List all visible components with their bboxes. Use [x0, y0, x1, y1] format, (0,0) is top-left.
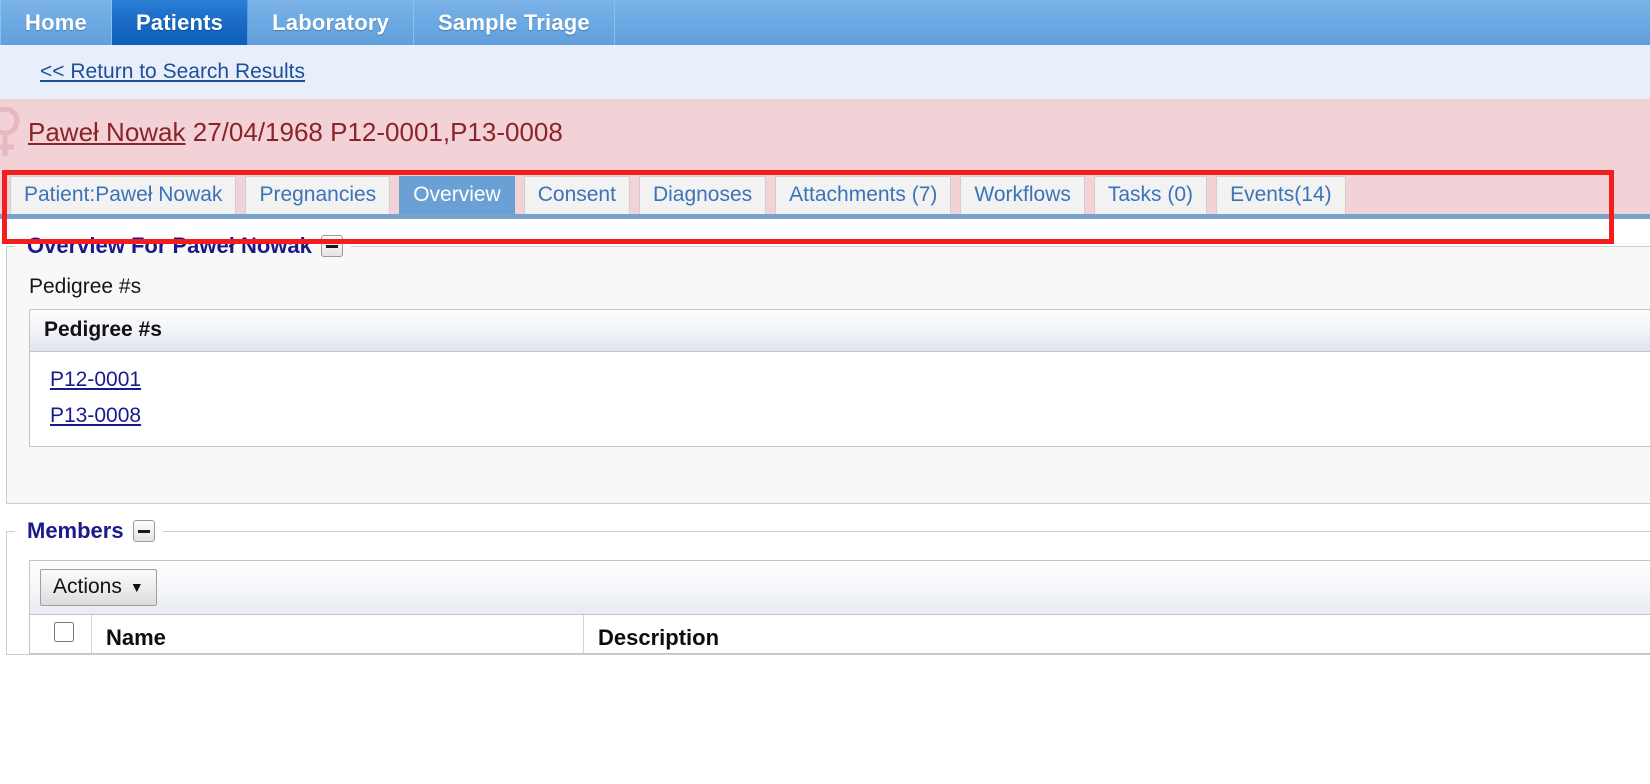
tab-events[interactable]: Events(14): [1216, 175, 1346, 214]
patient-tab-strip: Patient:Paweł Nowak Pregnancies Overview…: [0, 166, 1650, 214]
members-panel-body: Actions ▼ Name Description: [7, 544, 1650, 654]
tab-pregnancies[interactable]: Pregnancies: [245, 175, 391, 214]
actions-button[interactable]: Actions ▼: [40, 569, 157, 606]
tab-tasks[interactable]: Tasks (0): [1093, 175, 1208, 214]
tab-label: Attachments (7): [789, 182, 938, 206]
nav-item-label: Sample Triage: [438, 9, 590, 35]
members-grid: Actions ▼ Name Description: [29, 560, 1650, 654]
tab-patient[interactable]: Patient:Paweł Nowak: [10, 175, 237, 214]
tab-label: Consent: [537, 182, 616, 206]
nav-empty-space: [615, 0, 1650, 45]
overview-collapse-button[interactable]: [320, 235, 343, 257]
return-link-bar: << Return to Search Results: [0, 45, 1650, 99]
nav-item-sample-triage[interactable]: Sample Triage: [414, 0, 615, 45]
chevron-down-icon: ▼: [129, 579, 144, 595]
members-panel: Members Actions ▼ Name Description: [6, 518, 1650, 655]
tab-label: Pregnancies: [259, 182, 377, 206]
tab-list: Patient:Paweł Nowak Pregnancies Overview…: [10, 171, 1650, 214]
tab-consent[interactable]: Consent: [523, 175, 630, 214]
nav-item-label: Home: [25, 9, 87, 35]
pedigree-grid-header: Pedigree #s: [30, 310, 1650, 352]
overview-panel-legend: Overview For Paweł Nowak: [15, 233, 351, 259]
pedigree-link[interactable]: P13-0008: [50, 404, 1650, 428]
members-panel-title: Members: [27, 518, 124, 543]
tab-label: Patient:Paweł Nowak: [24, 182, 223, 206]
tab-label: Tasks (0): [1107, 182, 1194, 206]
nav-item-patients[interactable]: Patients: [111, 0, 249, 45]
tab-attachments[interactable]: Attachments (7): [775, 175, 952, 214]
tab-strip-underline: [0, 214, 1650, 219]
pedigree-field-label: Pedigree #s: [29, 275, 142, 298]
pedigree-grid-body: P12-0001 P13-0008: [30, 352, 1650, 446]
main-navigation-bar: Home Patients Laboratory Sample Triage: [0, 0, 1650, 45]
nav-item-laboratory[interactable]: Laboratory: [248, 0, 415, 45]
tab-label: Events(14): [1230, 182, 1332, 206]
tab-overview[interactable]: Overview: [399, 175, 515, 214]
column-header-description[interactable]: Description: [584, 615, 1650, 653]
overview-panel-body: Pedigree #s Pedigree #s P12-0001 P13-000…: [7, 259, 1650, 503]
column-header-name[interactable]: Name: [92, 615, 584, 653]
select-all-checkbox[interactable]: [53, 622, 74, 642]
tab-diagnoses[interactable]: Diagnoses: [638, 175, 767, 214]
tab-label: Overview: [413, 182, 501, 206]
pedigree-grid: Pedigree #s P12-0001 P13-0008: [29, 309, 1650, 447]
patient-details-text: 27/04/1968 P12-0001,P13-0008: [192, 117, 563, 147]
patient-banner: Paweł Nowak 27/04/1968 P12-0001,P13-0008: [0, 99, 1650, 166]
actions-button-label: Actions: [53, 575, 122, 598]
tab-label: Workflows: [974, 182, 1071, 206]
main-content: Overview For Paweł Nowak Pedigree #s Ped…: [0, 233, 1650, 655]
overview-panel-title: Overview For Paweł Nowak: [27, 233, 312, 258]
overview-panel: Overview For Paweł Nowak Pedigree #s Ped…: [6, 233, 1650, 504]
female-symbol-icon: [0, 104, 22, 162]
return-to-search-results-link[interactable]: << Return to Search Results: [40, 60, 305, 84]
members-toolbar: Actions ▼: [30, 561, 1650, 615]
tab-label: Diagnoses: [652, 182, 753, 206]
members-panel-legend: Members: [15, 518, 163, 544]
members-collapse-button[interactable]: [132, 520, 155, 542]
nav-item-label: Patients: [135, 9, 224, 35]
nav-item-label: Laboratory: [272, 9, 390, 35]
tab-workflows[interactable]: Workflows: [960, 175, 1085, 214]
nav-item-home[interactable]: Home: [0, 0, 112, 45]
panel-bottom-spacer: [29, 447, 1650, 489]
patient-name-link[interactable]: Paweł Nowak: [28, 117, 186, 147]
members-table-header-row: Name Description: [30, 615, 1650, 653]
patient-identity-line: Paweł Nowak 27/04/1968 P12-0001,P13-0008: [28, 117, 563, 148]
select-all-cell: [30, 615, 92, 653]
pedigree-link[interactable]: P12-0001: [50, 368, 1650, 392]
